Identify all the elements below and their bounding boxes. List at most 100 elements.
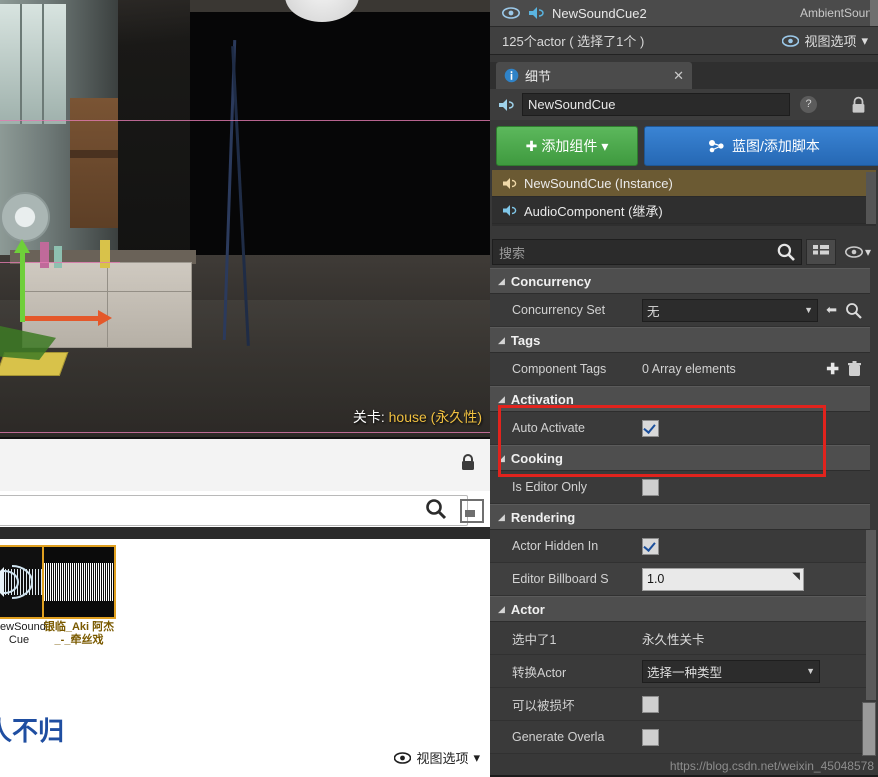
speaker-icon [498,98,516,112]
property-row-selected-level[interactable]: 选中了1 永久性关卡 [490,622,870,655]
level-viewport[interactable]: 关卡: house (永久性) [0,0,490,437]
asset-grid[interactable]: NewSound Cue 银临_Aki 阿杰_-_牵丝戏 [0,539,490,679]
component-label: NewSoundCue (Instance) [524,175,673,191]
details-filter-button[interactable] [806,239,836,265]
property-row-can-be-damaged[interactable]: 可以被损坏 [490,688,870,721]
category-rendering[interactable]: ◢ Rendering [490,504,870,530]
property-row-actor-hidden-in-game[interactable]: Actor Hidden In [490,530,870,563]
asset-tile[interactable]: 银临_Aki 阿杰_-_牵丝戏 [42,545,116,647]
details-search-row: 搜索 ▾ [492,238,876,266]
content-browser[interactable]: NewSound Cue 银临_Aki 阿杰_-_牵丝戏 人不归 视图选项 ▾ [0,437,490,777]
property-label: Editor Billboard S [512,572,609,586]
property-label: Is Editor Only [512,480,588,494]
category-tags[interactable]: ◢ Tags [490,327,870,353]
array-elements-value: 0 Array elements [642,362,736,376]
convert-actor-combo[interactable]: 选择一种类型 ▼ [642,659,820,683]
gizmo-z-axis-arrow[interactable] [14,239,30,322]
right-panel[interactable]: NewSoundCue2 AmbientSoun 125个actor ( 选择了… [490,0,878,775]
component-list[interactable]: NewSoundCue (Instance) AudioComponent (继… [492,170,876,226]
selected-level-value: 永久性关卡 [642,632,705,647]
category-label: Actor [510,601,545,617]
lock-icon[interactable] [460,453,476,471]
category-concurrency[interactable]: ◢ Concurrency [490,268,870,294]
gizmo-x-axis-arrow[interactable] [22,310,112,326]
details-scrollbar-thumb[interactable] [862,702,876,756]
triangle-down-icon: ◢ [498,452,505,463]
details-view-options-button[interactable]: ▾ [840,240,876,264]
can-be-damaged-checkbox[interactable] [642,695,659,713]
outliner-scrollbar[interactable] [870,0,878,26]
billboard-scale-input[interactable]: 1.0 ◥ [642,567,804,591]
details-scrollbar[interactable] [866,530,876,700]
close-icon[interactable]: ✕ [673,68,684,84]
category-cooking[interactable]: ◢ Cooking [490,445,870,471]
property-label: 转换Actor [512,665,567,680]
outliner-actor-count: 125个actor ( 选择了1个 ) [502,34,645,49]
property-row-convert-actor[interactable]: 转换Actor 选择一种类型 ▼ [490,655,870,688]
spinner-icon[interactable]: ◥ [792,571,800,582]
property-row-editor-billboard-scale[interactable]: Editor Billboard S 1.0 ◥ [490,563,870,596]
details-search-input[interactable]: 搜索 [492,239,802,265]
category-activation[interactable]: ◢ Activation [490,386,870,412]
generate-overlap-checkbox[interactable] [642,728,659,746]
blueprint-script-button[interactable]: 蓝图/添加脚本 [644,126,878,166]
triangle-down-icon: ◢ [498,511,505,522]
level-label-name: house (永久性) [388,409,482,425]
numeric-value: 1.0 [647,572,665,586]
chevron-down-icon: ▾ [861,32,868,48]
search-icon[interactable] [776,242,796,262]
viewport-level-label: 关卡: house (永久性) [353,407,482,427]
content-browser-search-input[interactable] [0,495,468,526]
chevron-down-icon: ▾ [601,137,609,154]
viewport-fan [0,192,50,242]
lock-icon[interactable] [851,96,866,114]
property-row-auto-activate[interactable]: Auto Activate [490,412,870,445]
viewport-guide-line [0,120,490,121]
info-icon [504,68,519,83]
property-row-component-tags[interactable]: Component Tags 0 Array elements ✚ [490,353,870,386]
chevron-down-icon: ▾ [864,245,872,259]
outliner-actor-name: NewSoundCue2 [552,5,647,21]
add-array-element-icon[interactable]: ✚ [826,360,839,378]
tab-details-label: 细节 [525,69,552,84]
auto-activate-checkbox[interactable] [642,419,659,437]
blueprint-icon [708,139,726,153]
component-row-instance[interactable]: NewSoundCue (Instance) [492,170,876,197]
category-actor[interactable]: ◢ Actor [490,596,870,622]
property-row-is-editor-only[interactable]: Is Editor Only [490,471,870,504]
viewport-prop-bottle [54,246,62,268]
property-row-generate-overlap[interactable]: Generate Overla [490,721,870,754]
triangle-down-icon: ◢ [498,334,505,345]
component-row-audio[interactable]: AudioComponent (继承) [492,197,876,224]
viewport-window [0,4,66,124]
content-browser-view-options[interactable]: 视图选项 ▾ [394,748,480,767]
outliner-row-selected[interactable]: NewSoundCue2 AmbientSoun [490,0,878,27]
eye-icon [782,34,800,47]
browse-icon[interactable] [845,302,862,319]
speaker-icon [528,6,546,20]
details-name-row: ? [490,89,878,120]
eye-icon[interactable] [502,7,520,19]
concurrency-set-combo[interactable]: 无 ▼ [642,298,819,322]
is-editor-only-checkbox[interactable] [642,478,659,496]
search-icon[interactable] [424,497,448,521]
viewport-wood-shelf [70,150,118,158]
outliner-view-options[interactable]: 视图选项 ▾ [782,31,868,50]
actor-hidden-checkbox[interactable] [642,537,659,555]
details-properties[interactable]: ◢ Concurrency Concurrency Set 无 ▼ ⬅ ◢ Ta… [490,268,870,775]
viewport-wood-panel [70,98,118,228]
save-icon[interactable] [460,499,484,523]
asset-thumbnail-soundwave [42,545,116,619]
property-row-concurrency-set[interactable]: Concurrency Set 无 ▼ ⬅ [490,294,870,327]
delete-icon[interactable] [847,361,862,377]
tab-details[interactable]: 细节 ✕ [496,62,692,89]
viewport-prop-bottle [40,242,49,268]
property-label: Auto Activate [512,421,585,435]
combo-value: 选择一种类型 [647,665,723,680]
reset-arrow-icon[interactable]: ⬅ [826,302,837,318]
actor-name-input[interactable] [522,93,790,116]
help-icon[interactable]: ? [800,96,817,113]
component-list-scrollbar[interactable] [866,172,876,224]
add-component-button[interactable]: ✚ 添加组件 ▾ [496,126,638,166]
triangle-down-icon: ◢ [498,393,505,404]
